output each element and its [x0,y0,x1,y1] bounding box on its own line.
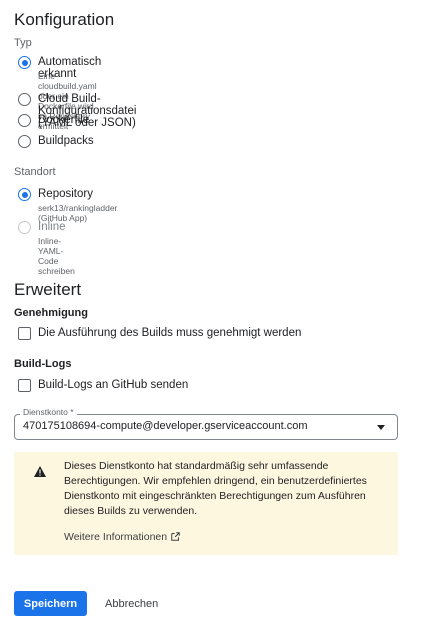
build-logs-label: Build-Logs [14,358,72,370]
learn-more-link[interactable]: Weitere Informationen [64,531,180,544]
service-account-select[interactable]: 470175108694-compute@developer.gservicea… [14,414,398,440]
dropdown-arrow-icon [377,425,385,430]
radio-inline-label[interactable]: Inline [38,221,66,233]
radio-inline-hint: Inline-YAML-Code schreiben [38,236,75,276]
approval-label: Genehmigung [14,307,88,319]
type-label: Typ [14,37,32,49]
radio-buildpacks-label[interactable]: Buildpacks [38,135,94,147]
build-logs-checkbox-label[interactable]: Build-Logs an GitHub senden [38,379,188,391]
radio-inline[interactable] [18,221,31,234]
radio-buildpacks[interactable] [18,135,31,148]
approval-checkbox[interactable] [18,327,31,340]
warning-banner: Dieses Dienstkonto hat standardmäßig seh… [14,452,398,555]
service-account-label: Dienstkonto * [20,407,77,417]
save-button[interactable]: Speichern [14,591,87,616]
radio-auto-detected[interactable] [18,56,31,69]
location-label: Standort [14,166,56,178]
build-logs-checkbox[interactable] [18,379,31,392]
service-account-value: 470175108694-compute@developer.gservicea… [23,420,308,432]
radio-dockerfile-label[interactable]: Dockerfile [38,114,89,126]
learn-more-link-label[interactable]: Weitere Informationen [64,531,167,543]
approval-checkbox-label[interactable]: Die Ausführung des Builds muss genehmigt… [38,327,301,339]
warning-icon [34,464,46,482]
external-link-icon [171,532,180,544]
warning-text: Dieses Dienstkonto hat standardmäßig seh… [64,460,367,517]
section-title-configuration: Konfiguration [14,10,115,29]
section-title-advanced: Erweitert [14,280,82,299]
cancel-button[interactable]: Abbrechen [98,591,165,616]
radio-cloud-build-config[interactable] [18,93,31,106]
radio-dockerfile[interactable] [18,114,31,127]
radio-repository-label[interactable]: Repository [38,188,93,200]
radio-repository[interactable] [18,188,31,201]
radio-repository-hint: serk13/rankingladder (GitHub App) [38,203,118,223]
